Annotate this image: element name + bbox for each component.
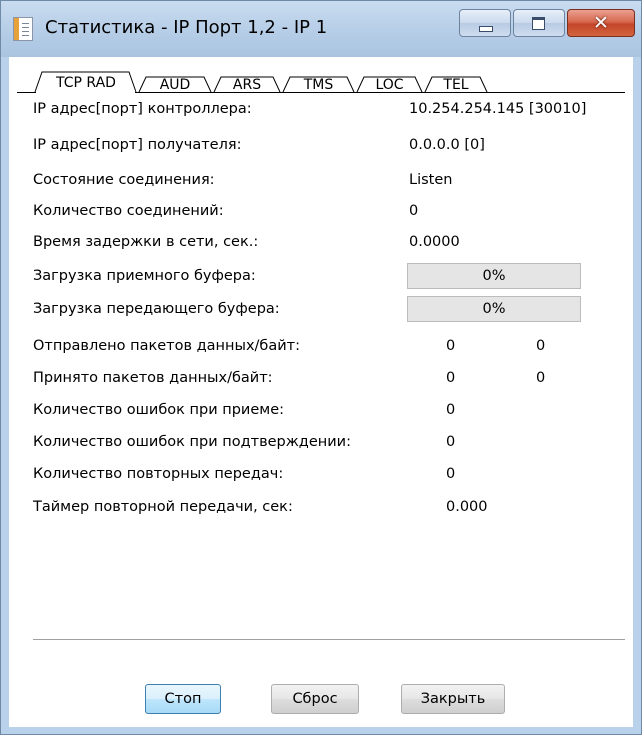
sent-packets-value: 0 [446,338,456,354]
maximize-icon [532,17,545,30]
ack-errors-value: 0 [446,434,456,450]
reset-button[interactable]: Сброс [271,684,359,714]
receiver-ip-value: 0.0.0.0 [0] [409,137,485,153]
tab-label: TCP RAD [56,75,116,91]
maximize-button[interactable] [513,9,565,37]
retransmit-timer-label: Таймер повторной передачи, сек: [33,499,293,515]
connection-state-value: Listen [409,172,453,188]
network-delay-value: 0.0000 [409,234,460,250]
rx-buffer-percent: 0% [482,268,506,284]
client-area: TCP RAD AUD ARS TMS LOC TEL IP адрес[пор… [9,57,633,727]
controller-ip-label: IP адрес[порт] контроллера: [33,101,252,117]
sent-label: Отправлено пакетов данных/байт: [33,338,301,354]
received-packets-value: 0 [446,370,456,386]
rx-errors-value: 0 [446,402,456,418]
statistics-window: Статистика - IP Порт 1,2 - IP 1 ✕ TCP RA… [0,0,642,735]
connection-state-label: Состояние соединения: [33,172,215,188]
received-label: Принято пакетов данных/байт: [33,370,273,386]
receiver-ip-label: IP адрес[порт] получателя: [33,137,242,153]
close-button[interactable]: Закрыть [401,684,505,714]
ack-errors-label: Количество ошибок при подтверждении: [33,434,351,450]
close-window-button[interactable]: ✕ [567,9,635,37]
rx-buffer-label: Загрузка приемного буфера: [33,268,256,284]
tab-label: LOC [375,77,404,93]
retransmit-count-label: Количество повторных передач: [33,466,284,482]
minimize-icon [479,26,493,32]
tx-buffer-progress: 0% [407,296,581,322]
connection-count-label: Количество соединений: [33,203,224,219]
tab-label: AUD [159,77,191,93]
tab-ars[interactable]: ARS [220,74,274,96]
footer-separator [33,639,625,641]
tab-tel[interactable]: TEL [431,74,481,96]
stop-button[interactable]: Стоп [145,684,221,714]
tab-label: ARS [232,77,262,93]
controller-ip-value: 10.254.254.145 [30010] [409,101,587,117]
retransmit-timer-value: 0.000 [446,499,488,515]
network-delay-label: Время задержки в сети, сек.: [33,234,259,250]
tab-tcp-rad[interactable]: TCP RAD [39,72,133,94]
tab-aud[interactable]: AUD [145,74,205,96]
tx-buffer-percent: 0% [482,301,506,317]
received-bytes-value: 0 [536,370,546,386]
close-icon: ✕ [593,12,609,34]
minimize-button[interactable] [459,9,511,37]
tab-label: TEL [443,77,469,93]
tab-loc[interactable]: LOC [363,74,416,96]
window-title: Статистика - IP Порт 1,2 - IP 1 [45,17,328,38]
retransmit-count-value: 0 [446,466,456,482]
tx-buffer-label: Загрузка передающего буфера: [33,301,280,317]
connection-count-value: 0 [409,203,419,219]
rx-errors-label: Количество ошибок при приеме: [33,402,285,418]
sent-bytes-value: 0 [536,338,546,354]
tab-label: TMS [303,77,334,93]
app-icon[interactable] [13,17,33,41]
rx-buffer-progress: 0% [407,263,581,289]
title-bar[interactable]: Статистика - IP Порт 1,2 - IP 1 ✕ [1,1,641,57]
tab-tms[interactable]: TMS [289,74,348,96]
